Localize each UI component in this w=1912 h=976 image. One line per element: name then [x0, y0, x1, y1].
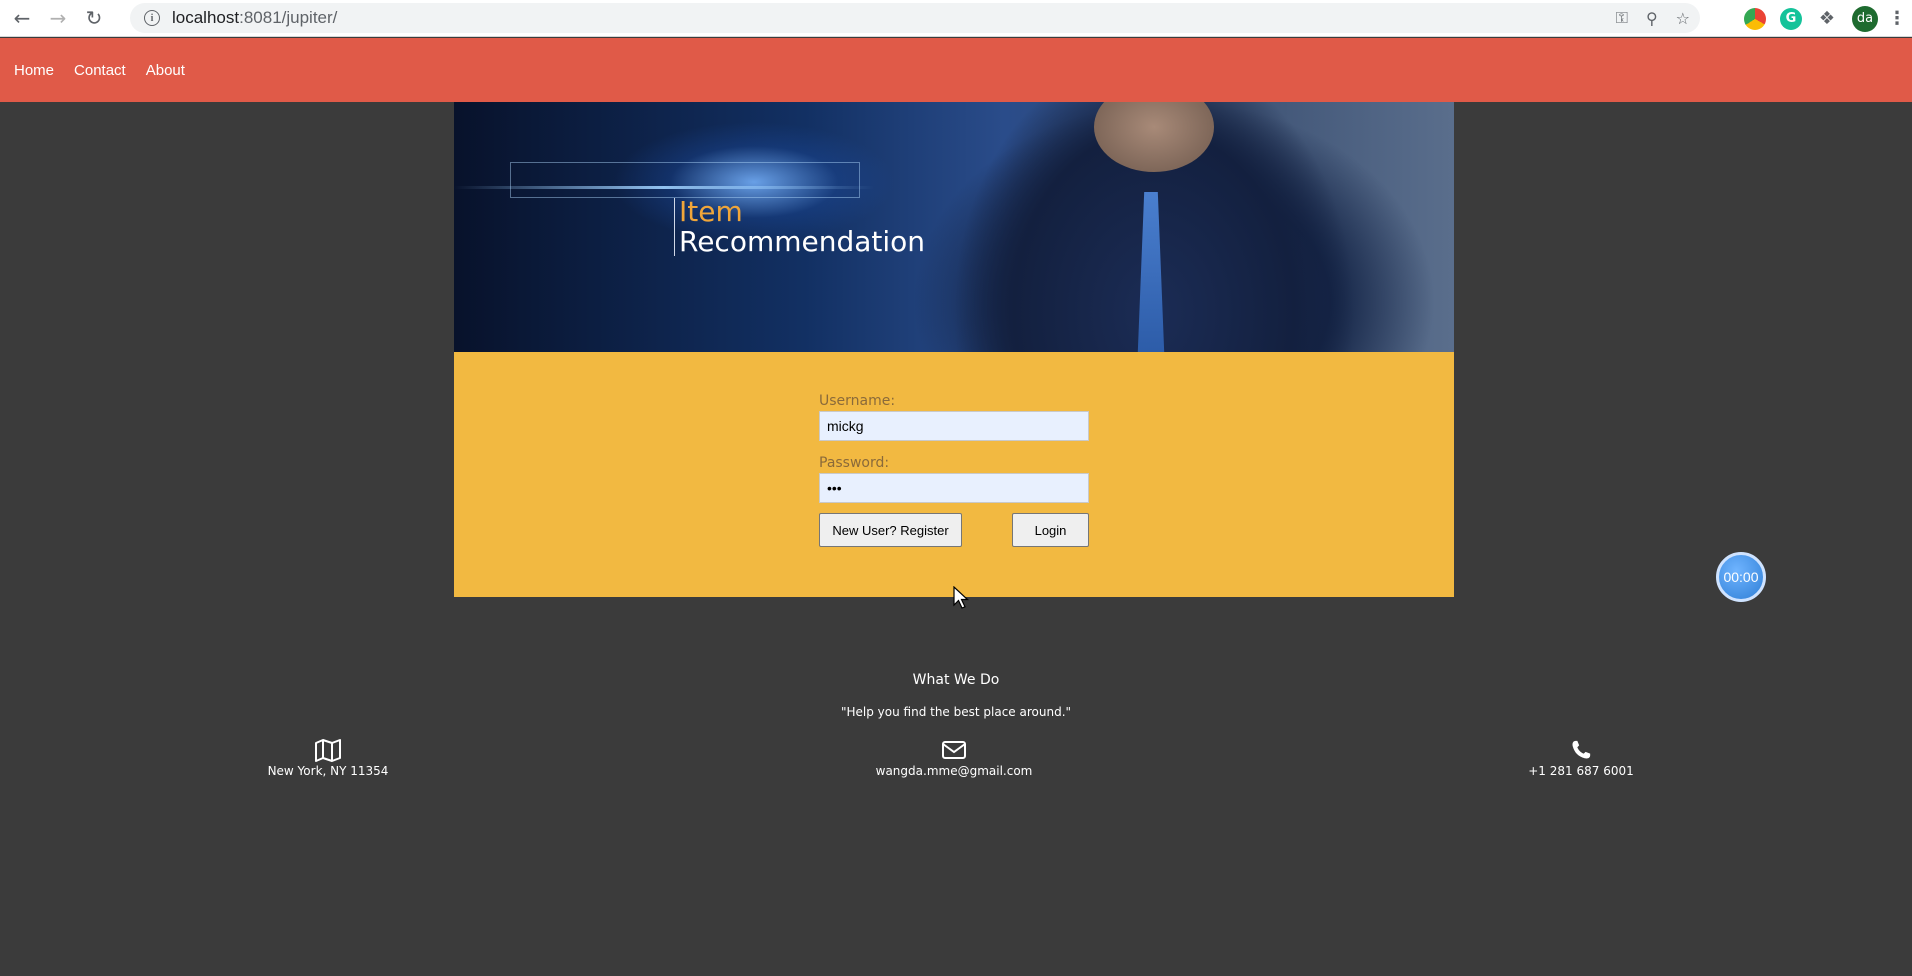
password-input[interactable]: •••	[819, 473, 1089, 503]
key-icon[interactable]: ⚿	[1616, 8, 1628, 28]
top-navigation: Home Contact About	[0, 38, 1912, 102]
nav-about[interactable]: About	[146, 62, 185, 79]
omnibox-actions: ⚿ ⚲ ☆	[1616, 3, 1690, 33]
info-icon[interactable]: i	[144, 10, 160, 26]
reload-icon[interactable]: ↻	[76, 0, 112, 36]
envelope-icon	[942, 741, 966, 759]
url-text[interactable]: localhost:8081/jupiter/	[172, 8, 337, 28]
form-buttons: New User? Register Login	[819, 513, 1089, 547]
puzzle-icon[interactable]: ❖	[1816, 8, 1838, 30]
recording-timer[interactable]: 00:00	[1716, 552, 1766, 602]
chrome-extension-icon[interactable]	[1744, 7, 1766, 30]
contact-phone: +1 281 687 6001	[1461, 738, 1701, 778]
username-input[interactable]: mickg	[819, 411, 1089, 441]
nav-home[interactable]: Home	[14, 62, 54, 79]
zoom-icon[interactable]: ⚲	[1646, 9, 1658, 28]
address-bar[interactable]: i localhost:8081/jupiter/ ⚿ ⚲ ☆	[130, 3, 1700, 33]
address-text: New York, NY 11354	[267, 764, 389, 778]
forward-icon[interactable]: →	[40, 0, 76, 36]
password-label: Password:	[819, 455, 890, 471]
username-label: Username:	[819, 393, 896, 409]
extensions-area: G ❖ da ⋮	[1744, 0, 1906, 37]
email-text: wangda.mme@gmail.com	[875, 764, 1033, 778]
login-button[interactable]: Login	[1012, 513, 1089, 547]
kebab-menu-icon[interactable]: ⋮	[1888, 8, 1906, 30]
contact-address: New York, NY 11354	[208, 738, 448, 778]
contact-email: wangda.mme@gmail.com	[834, 738, 1074, 778]
login-panel: Username: mickg Password: ••• New User? …	[454, 352, 1454, 597]
footer-title: What We Do	[912, 672, 1000, 688]
profile-avatar[interactable]: da	[1852, 5, 1878, 32]
hero-title: Item Recommendation	[674, 198, 925, 256]
phone-text: +1 281 687 6001	[1528, 764, 1634, 778]
hero-title-line1: Item	[679, 195, 743, 228]
register-button[interactable]: New User? Register	[819, 513, 962, 547]
hero-title-line2: Recommendation	[679, 225, 926, 258]
hero-banner: Item Recommendation	[454, 102, 1454, 352]
phone-icon	[1572, 740, 1591, 759]
footer-quote: "Help you find the best place around."	[840, 705, 1072, 719]
hero-light-streak	[454, 186, 874, 189]
back-icon[interactable]: ←	[4, 0, 40, 36]
star-icon[interactable]: ☆	[1676, 9, 1690, 28]
browser-toolbar: ← → ↻ i localhost:8081/jupiter/ ⚿ ⚲ ☆ G …	[0, 0, 1912, 37]
map-icon	[315, 739, 341, 762]
hero-searchbar-graphic	[510, 162, 860, 198]
mouse-cursor-icon	[953, 586, 969, 609]
nav-contact[interactable]: Contact	[74, 62, 126, 79]
grammarly-icon[interactable]: G	[1780, 7, 1802, 30]
login-form: Username: mickg Password: ••• New User? …	[819, 393, 1089, 547]
